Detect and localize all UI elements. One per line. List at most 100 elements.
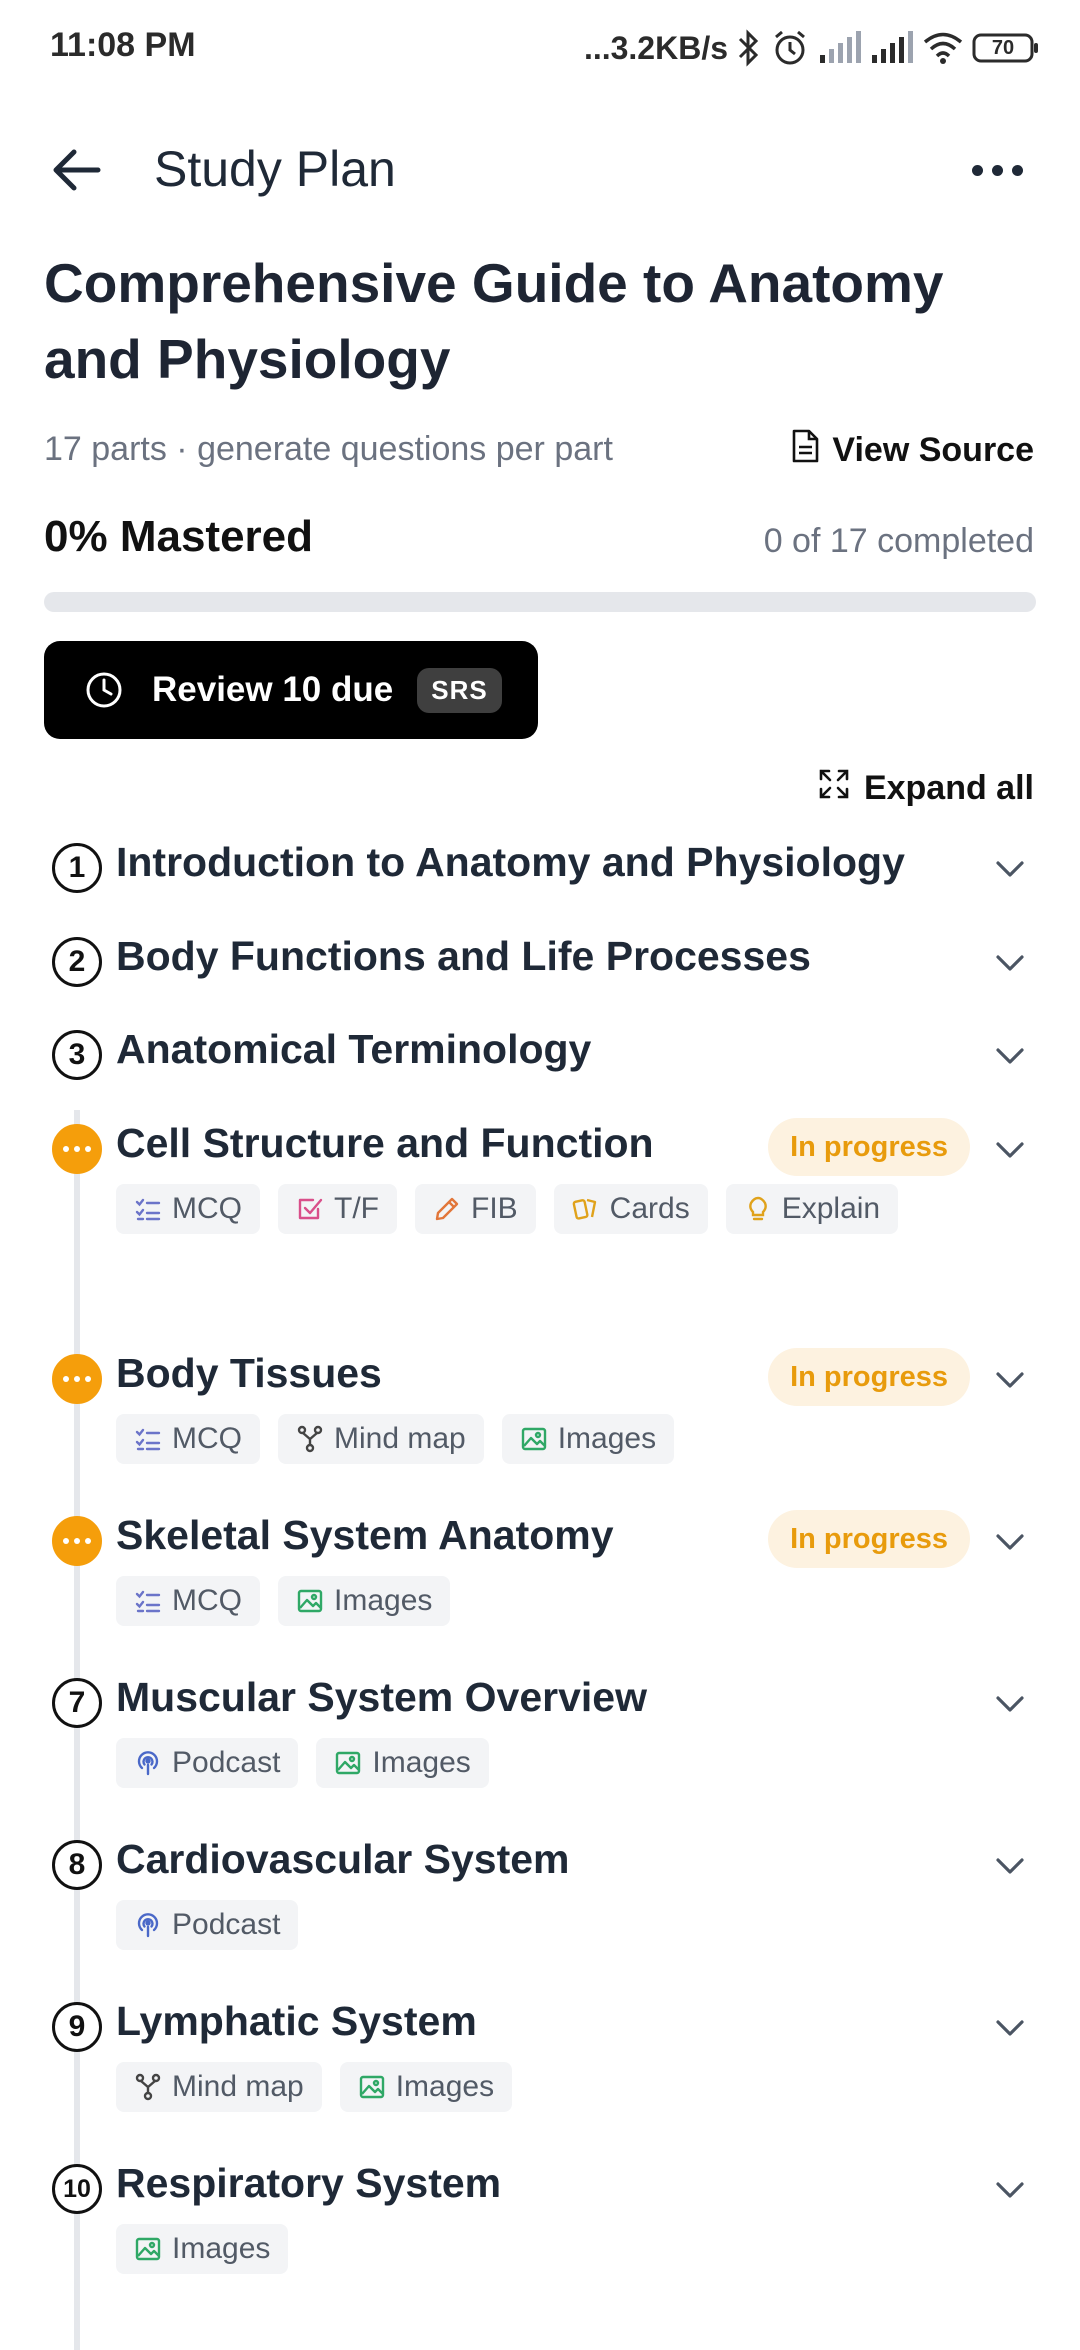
lightbulb-icon: [744, 1195, 772, 1223]
cards-icon: [572, 1195, 600, 1223]
chevron-down-icon[interactable]: [992, 1848, 1028, 1884]
tool-chip-cards[interactable]: Cards: [553, 1184, 708, 1234]
battery-icon: 70: [972, 32, 1040, 64]
arrow-left-icon[interactable]: [48, 140, 108, 200]
tool-chip-images[interactable]: Images: [116, 2224, 289, 2274]
tool-chip-images[interactable]: Images: [278, 1576, 451, 1626]
bluetooth-icon: [736, 29, 762, 67]
part-number: 8: [52, 1840, 102, 1890]
part-tools: MCQ T/F FIB Cards Explain: [116, 1184, 996, 1234]
tool-chip-label: Images: [372, 1746, 471, 1779]
part-title: Muscular System Overview: [116, 1674, 647, 1720]
part-tools: Images: [116, 2224, 996, 2274]
completed-count: 0 of 17 completed: [763, 522, 1034, 560]
clock-icon: [84, 670, 124, 710]
review-due-button[interactable]: Review 10 due SRS: [44, 641, 538, 739]
image-icon: [134, 2235, 162, 2263]
podcast-icon: [134, 1911, 162, 1939]
chevron-down-icon[interactable]: [992, 1038, 1028, 1074]
tool-chip-t-f[interactable]: T/F: [278, 1184, 397, 1234]
expand-all-label: Expand all: [863, 769, 1034, 807]
alarm-icon: [770, 28, 810, 68]
podcast-icon: [134, 1749, 162, 1777]
chevron-down-icon[interactable]: [992, 1132, 1028, 1168]
tool-chip-mind-map[interactable]: Mind map: [278, 1414, 484, 1464]
review-label: Review 10 due: [152, 670, 394, 709]
view-source-button[interactable]: View Source: [790, 428, 1034, 473]
part-tools: Podcast Images: [116, 1738, 996, 1788]
tool-chip-images[interactable]: Images: [501, 1414, 675, 1464]
tool-chip-mcq[interactable]: MCQ: [116, 1184, 260, 1234]
view-source-label: View Source: [832, 431, 1034, 469]
pencil-icon: [433, 1195, 461, 1223]
part-title: Lymphatic System: [116, 1998, 477, 2044]
part-tools: MCQ Images: [116, 1576, 996, 1626]
more-horizontal-icon: [52, 1516, 102, 1566]
part-title: Body Functions and Life Processes: [116, 933, 811, 979]
part-title: Anatomical Terminology: [116, 1026, 592, 1072]
checklist-icon: [134, 1195, 162, 1223]
tool-chip-explain[interactable]: Explain: [725, 1184, 899, 1234]
part-number: 10: [52, 2164, 102, 2214]
expand-all-button[interactable]: Expand all: [818, 768, 1034, 809]
part-title: Skeletal System Anatomy: [116, 1512, 614, 1558]
signal-icon: [870, 31, 914, 65]
more-horizontal-icon: [52, 1124, 102, 1174]
image-icon: [334, 1749, 362, 1777]
chevron-down-icon[interactable]: [992, 2172, 1028, 2208]
battery-level: 70: [991, 36, 1015, 59]
more-horizontal-icon: [52, 1354, 102, 1404]
chevron-down-icon[interactable]: [992, 945, 1028, 981]
status-time: 11:08 PM: [50, 26, 196, 64]
tool-chip-mcq[interactable]: MCQ: [116, 1414, 260, 1464]
signal-icon: [818, 31, 862, 65]
part-title: Respiratory System: [116, 2160, 502, 2206]
tool-chip-images[interactable]: Images: [339, 2062, 513, 2112]
document-icon: [790, 428, 820, 473]
tool-chip-label: MCQ: [172, 1584, 242, 1617]
part-title: Body Tissues: [116, 1350, 382, 1396]
tool-chip-podcast[interactable]: Podcast: [116, 1900, 299, 1950]
tool-chip-podcast[interactable]: Podcast: [116, 1738, 299, 1788]
plan-subtitle: 17 parts · generate questions per part: [44, 430, 613, 468]
tool-chip-mcq[interactable]: MCQ: [116, 1576, 260, 1626]
expand-icon: [818, 768, 850, 809]
tool-chip-label: Images: [395, 2070, 495, 2103]
part-tools: Podcast: [116, 1900, 996, 1950]
more-horizontal-icon[interactable]: [962, 140, 1032, 200]
chevron-down-icon[interactable]: [992, 2010, 1028, 2046]
mindmap-icon: [134, 2073, 162, 2101]
chevron-down-icon[interactable]: [992, 851, 1028, 887]
page-title: Study Plan: [154, 141, 396, 197]
tool-chip-label: Podcast: [172, 1746, 281, 1779]
tool-chip-mind-map[interactable]: Mind map: [116, 2062, 322, 2112]
status-badge: In progress: [768, 1510, 970, 1568]
part-number: 2: [52, 937, 102, 987]
tool-chip-images[interactable]: Images: [316, 1738, 489, 1788]
status-bar: 11:08 PM ...3.2KB/s 70: [0, 0, 1080, 96]
part-tools: MCQ Mind map Images: [116, 1414, 996, 1464]
chevron-down-icon[interactable]: [992, 1686, 1028, 1722]
tool-chip-label: Images: [334, 1584, 433, 1617]
mastery-progress-bar: [44, 592, 1036, 612]
part-tools: Mind map Images: [116, 2062, 996, 2112]
network-speed: ...3.2KB/s: [583, 29, 728, 66]
tool-chip-label: Mind map: [172, 2070, 304, 2103]
checklist-icon: [134, 1425, 162, 1453]
tool-chip-label: Cards: [609, 1192, 690, 1225]
part-title: Cardiovascular System: [116, 1836, 570, 1882]
chevron-down-icon[interactable]: [992, 1362, 1028, 1398]
srs-badge: SRS: [417, 667, 502, 713]
tool-chip-label: Images: [172, 2232, 271, 2265]
part-title: Cell Structure and Function: [116, 1120, 654, 1166]
tool-chip-label: Mind map: [334, 1422, 466, 1455]
part-number: 1: [52, 843, 102, 893]
status-icons: ...3.2KB/s 70: [584, 22, 1040, 74]
wifi-icon: [922, 31, 964, 65]
chevron-down-icon[interactable]: [992, 1524, 1028, 1560]
tool-chip-label: MCQ: [172, 1192, 242, 1225]
tool-chip-label: T/F: [334, 1192, 379, 1225]
tool-chip-fib[interactable]: FIB: [415, 1184, 536, 1234]
image-icon: [358, 2073, 386, 2101]
checklist-icon: [134, 1587, 162, 1615]
